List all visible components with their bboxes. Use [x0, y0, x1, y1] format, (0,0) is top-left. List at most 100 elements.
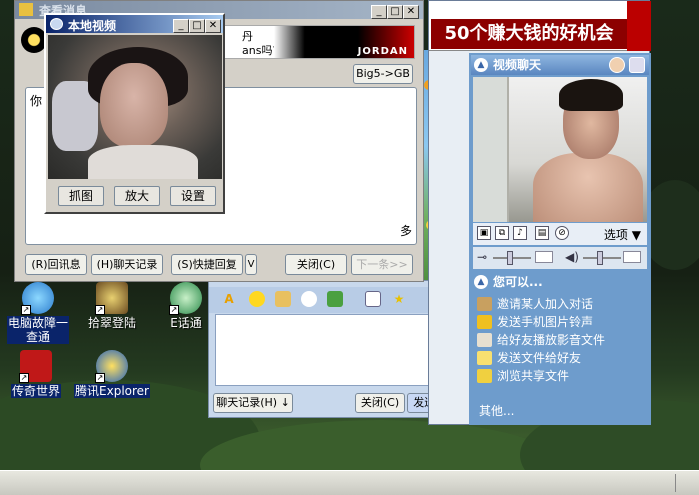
avatar-icon[interactable]	[609, 57, 625, 73]
video-content	[559, 79, 623, 111]
desktop-icon-label: E话通	[170, 316, 202, 330]
minimize-button[interactable]: _	[173, 19, 189, 33]
options-label: 选项	[603, 228, 628, 242]
close-button[interactable]: ✕	[205, 19, 221, 33]
video-chat-header[interactable]: ▲ 视频聊天	[471, 55, 649, 75]
taskbar-grip[interactable]	[675, 474, 685, 492]
maximize-button[interactable]: □	[189, 19, 205, 33]
close-button[interactable]: ✕	[403, 5, 419, 19]
folder-icon	[19, 3, 33, 16]
speaker-level-box	[623, 251, 641, 263]
brand-label: JORDAN	[357, 46, 408, 57]
desktop-icon-tencent-explorer[interactable]: ↗ 腾讯Explorer	[72, 350, 152, 398]
video-chat-panel: 50个赚大钱的好机会 ▲ 视频聊天 ▣ ⧉ ♪ ▤ ⊘ 选项 ▼ ⊸ ◀) ▲ …	[428, 0, 651, 425]
history-button[interactable]: 聊天记录(H) ↓	[213, 393, 293, 413]
phone-icon: ↗	[169, 282, 202, 315]
jordan-logo: JORDAN	[274, 26, 414, 58]
speaker-icon: ◀)	[565, 250, 579, 264]
maximize-button[interactable]: □	[387, 5, 403, 19]
layout-icon[interactable]: ▣	[477, 226, 491, 240]
desktop-icon-shicui[interactable]: ↗ 拾翠登陆	[72, 282, 152, 330]
gift-icon[interactable]	[275, 291, 291, 307]
more-link[interactable]: 其他...	[479, 402, 514, 419]
swap-icon[interactable]: ⧉	[495, 226, 509, 240]
font-icon[interactable]: A	[221, 291, 237, 307]
stop-icon[interactable]: ⊘	[555, 226, 569, 240]
desktop-icon-diagnostic[interactable]: ↗ 电脑故障一 查通	[0, 282, 78, 344]
audio-icon[interactable]: ♪	[513, 226, 527, 240]
window-title: 本地视频	[68, 19, 117, 33]
screenshot-icon[interactable]	[365, 291, 381, 307]
desktop-icon-label: 拾翠登陆	[87, 316, 136, 330]
message-text: 你	[30, 94, 43, 108]
quick-reply-button[interactable]: (S)快捷回复	[171, 254, 243, 275]
action-send-file[interactable]: 发送文件给好友	[477, 349, 581, 367]
media-icon	[477, 333, 492, 347]
actions-header[interactable]: ▲ 您可以...	[471, 273, 649, 291]
quick-reply-menu-button[interactable]: V	[245, 254, 257, 275]
minimize-button[interactable]: _	[371, 5, 387, 19]
actions-block: ▲ 您可以... 邀请某人加入对话 发送手机图片铃声 给好友播放影音文件 发送文…	[471, 271, 649, 423]
collapse-icon[interactable]: ▲	[474, 275, 488, 289]
zoom-button[interactable]: 放大	[114, 186, 160, 206]
penguin-icon: ↗	[95, 350, 128, 383]
action-send-ringtone[interactable]: 发送手机图片铃声	[477, 313, 593, 331]
close-button[interactable]: 关闭(C)	[355, 393, 405, 413]
options-dropdown[interactable]: 选项 ▼	[604, 226, 641, 243]
big5-gb-button[interactable]: Big5->GB	[353, 64, 413, 84]
action-label: 浏览共享文件	[497, 369, 570, 383]
action-label: 发送文件给好友	[497, 351, 582, 365]
collapse-icon[interactable]: ▲	[474, 58, 488, 72]
history-button[interactable]: (H)聊天记录	[91, 254, 163, 275]
action-label: 给好友播放影音文件	[497, 333, 606, 347]
remote-video-feed	[473, 77, 647, 222]
camera-settings-icon[interactable]	[629, 57, 645, 73]
file-send-icon	[477, 351, 492, 365]
desktop-icon-label: 腾讯Explorer	[74, 384, 150, 398]
settings-button[interactable]: 设置	[170, 186, 216, 206]
video-content	[533, 153, 643, 222]
video-content	[100, 63, 168, 147]
image-icon[interactable]	[327, 291, 343, 307]
film-icon[interactable]: ▤	[535, 226, 549, 240]
action-label: 发送手机图片铃声	[497, 315, 594, 329]
speaker-volume-knob[interactable]	[597, 251, 603, 265]
desktop-icon-label: 电脑故障一 查通	[6, 316, 69, 344]
reply-button[interactable]: (R)回讯息	[25, 254, 87, 275]
next-message-button[interactable]: 下一条>>	[351, 254, 413, 275]
action-browse-shared[interactable]: 浏览共享文件	[477, 367, 569, 385]
bubble-icon[interactable]	[301, 291, 317, 307]
action-label: 邀请某人加入对话	[497, 297, 594, 311]
folder-icon	[477, 369, 492, 383]
desktop-icon-label: 传奇世界	[10, 384, 61, 398]
capture-button[interactable]: 抓图	[58, 186, 104, 206]
local-video-feed	[48, 35, 222, 179]
close-button[interactable]: 关闭(C)	[285, 254, 347, 275]
star-icon[interactable]: ★	[391, 291, 407, 307]
window-controls: _ □ ✕	[371, 3, 419, 19]
message-text: 多	[399, 224, 412, 238]
ad-decoration	[627, 1, 651, 51]
volume-controls: ⊸ ◀)	[473, 247, 647, 269]
dragon-icon: ↗	[19, 350, 52, 383]
invite-icon	[477, 297, 492, 311]
game-icon: ↗	[95, 282, 128, 315]
desktop-icon-legend-world[interactable]: ↗ 传奇世界	[0, 350, 76, 398]
history-button-label: 聊天记录(H)	[216, 396, 278, 409]
action-invite[interactable]: 邀请某人加入对话	[477, 295, 593, 313]
microphone-icon: ⊸	[477, 250, 488, 264]
phone-icon	[477, 315, 492, 329]
video-controls: 抓图 放大 设置	[48, 181, 222, 211]
emoticon-icon[interactable]	[249, 291, 265, 307]
mic-volume-knob[interactable]	[507, 251, 513, 265]
title-bar[interactable]: 本地视频 _ □ ✕	[46, 15, 223, 33]
message-input[interactable]	[215, 314, 449, 386]
camera-icon	[50, 18, 63, 30]
window-controls: _ □ ✕	[173, 17, 221, 33]
video-content	[473, 77, 509, 222]
globe-icon: ↗	[21, 282, 54, 315]
video-toolbar: ▣ ⧉ ♪ ▤ ⊘ 选项 ▼	[473, 223, 647, 245]
video-chat-title: 视频聊天	[493, 58, 542, 72]
action-play-media[interactable]: 给好友播放影音文件	[477, 331, 605, 349]
top-ad-banner[interactable]: 50个赚大钱的好机会	[429, 1, 651, 51]
